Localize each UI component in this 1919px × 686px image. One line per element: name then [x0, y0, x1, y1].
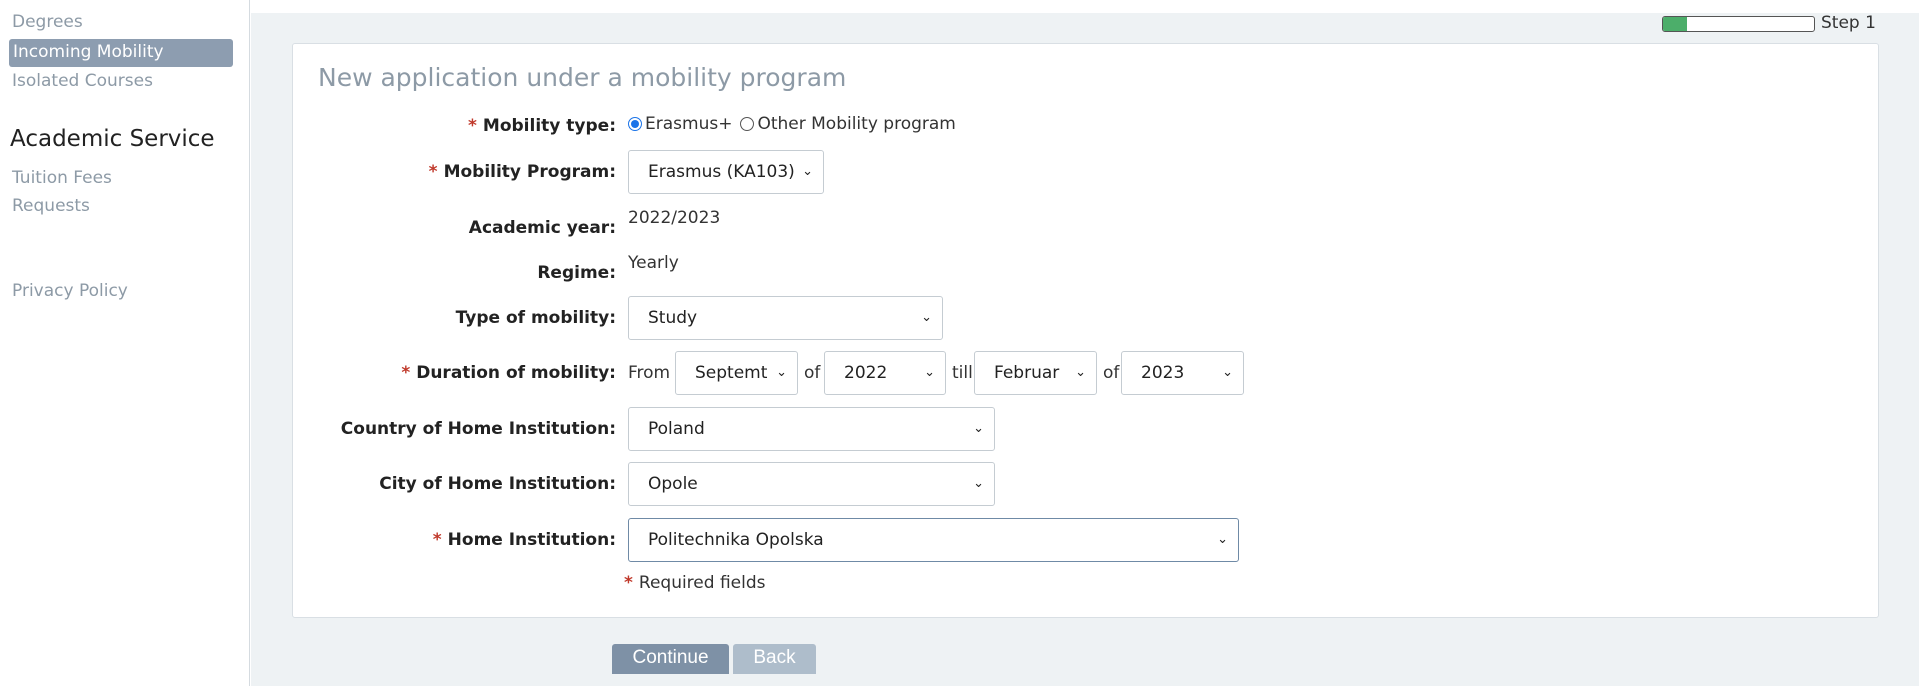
chevron-down-icon: ⌄ — [924, 365, 935, 380]
chevron-down-icon: ⌄ — [1075, 365, 1086, 380]
duration-of-mobility-label: * Duration of mobility: — [401, 363, 616, 383]
from-month-select[interactable]: Septemt ⌄ — [675, 351, 798, 395]
chevron-down-icon: ⌄ — [921, 310, 932, 325]
sidebar-link-tuition-fees[interactable]: Tuition Fees — [12, 168, 112, 188]
mobility-program-label: * Mobility Program: — [428, 162, 616, 182]
application-form-panel: New application under a mobility program… — [292, 43, 1879, 618]
back-button[interactable]: Back — [733, 644, 816, 674]
radio-erasmus-plus-label[interactable]: Erasmus+ — [645, 114, 732, 134]
step-progress-fill — [1663, 17, 1688, 31]
radio-other-mobility-program-label[interactable]: Other Mobility program — [757, 114, 955, 134]
sidebar-link-isolated-courses[interactable]: Isolated Courses — [12, 71, 153, 91]
duration-till-text: till — [952, 363, 973, 383]
home-institution-label: * Home Institution: — [432, 530, 616, 550]
mobility-type-label: * Mobility type: — [468, 116, 616, 136]
sidebar-link-incoming-mobility[interactable]: Incoming Mobility — [9, 39, 233, 67]
radio-other-mobility-program[interactable] — [740, 117, 755, 131]
sidebar-link-requests[interactable]: Requests — [12, 196, 90, 216]
regime-label: Regime: — [537, 263, 616, 283]
chevron-down-icon: ⌄ — [802, 164, 813, 179]
required-fields-note: * Required fields — [624, 573, 766, 593]
academic-year-label: Academic year: — [468, 218, 616, 238]
chevron-down-icon: ⌄ — [1217, 532, 1228, 547]
chevron-down-icon: ⌄ — [1222, 365, 1233, 380]
main-content: Step 1 New application under a mobility … — [251, 13, 1919, 686]
type-of-mobility-label: Type of mobility: — [455, 308, 616, 328]
till-year-select[interactable]: 2023 ⌄ — [1121, 351, 1244, 395]
from-year-select[interactable]: 2022 ⌄ — [824, 351, 946, 395]
country-select[interactable]: Poland ⌄ — [628, 407, 995, 451]
mobility-program-select[interactable]: Erasmus (KA103) ⌄ — [628, 150, 824, 194]
duration-of-text: of — [804, 363, 821, 383]
type-of-mobility-select[interactable]: Study ⌄ — [628, 296, 943, 340]
section-heading-academic-service: Academic Service — [10, 126, 215, 152]
required-marker: * — [468, 116, 477, 136]
duration-from-text: From — [628, 363, 671, 383]
till-month-select[interactable]: Februar ⌄ — [974, 351, 1097, 395]
sidebar-link-privacy-policy[interactable]: Privacy Policy — [12, 281, 128, 301]
country-label: Country of Home Institution: — [340, 419, 616, 439]
regime-value: Yearly — [628, 253, 679, 273]
chevron-down-icon: ⌄ — [973, 421, 984, 436]
continue-button[interactable]: Continue — [612, 644, 729, 674]
sidebar: Degrees Incoming Mobility Isolated Cours… — [0, 0, 250, 686]
chevron-down-icon: ⌄ — [973, 476, 984, 491]
academic-year-value: 2022/2023 — [628, 208, 721, 228]
mobility-type-radio-group: Erasmus+ Other Mobility program — [628, 114, 956, 134]
radio-erasmus-plus[interactable] — [628, 117, 642, 131]
step-label: Step 1 — [1821, 13, 1876, 33]
duration-of-text-2: of — [1103, 363, 1120, 383]
chevron-down-icon: ⌄ — [776, 365, 787, 380]
sidebar-link-degrees[interactable]: Degrees — [12, 12, 83, 32]
city-label: City of Home Institution: — [379, 474, 616, 494]
step-progress-bar — [1662, 16, 1815, 32]
city-select[interactable]: Opole ⌄ — [628, 462, 995, 506]
form-title: New application under a mobility program — [318, 63, 847, 92]
home-institution-select[interactable]: Politechnika Opolska ⌄ — [628, 518, 1239, 562]
